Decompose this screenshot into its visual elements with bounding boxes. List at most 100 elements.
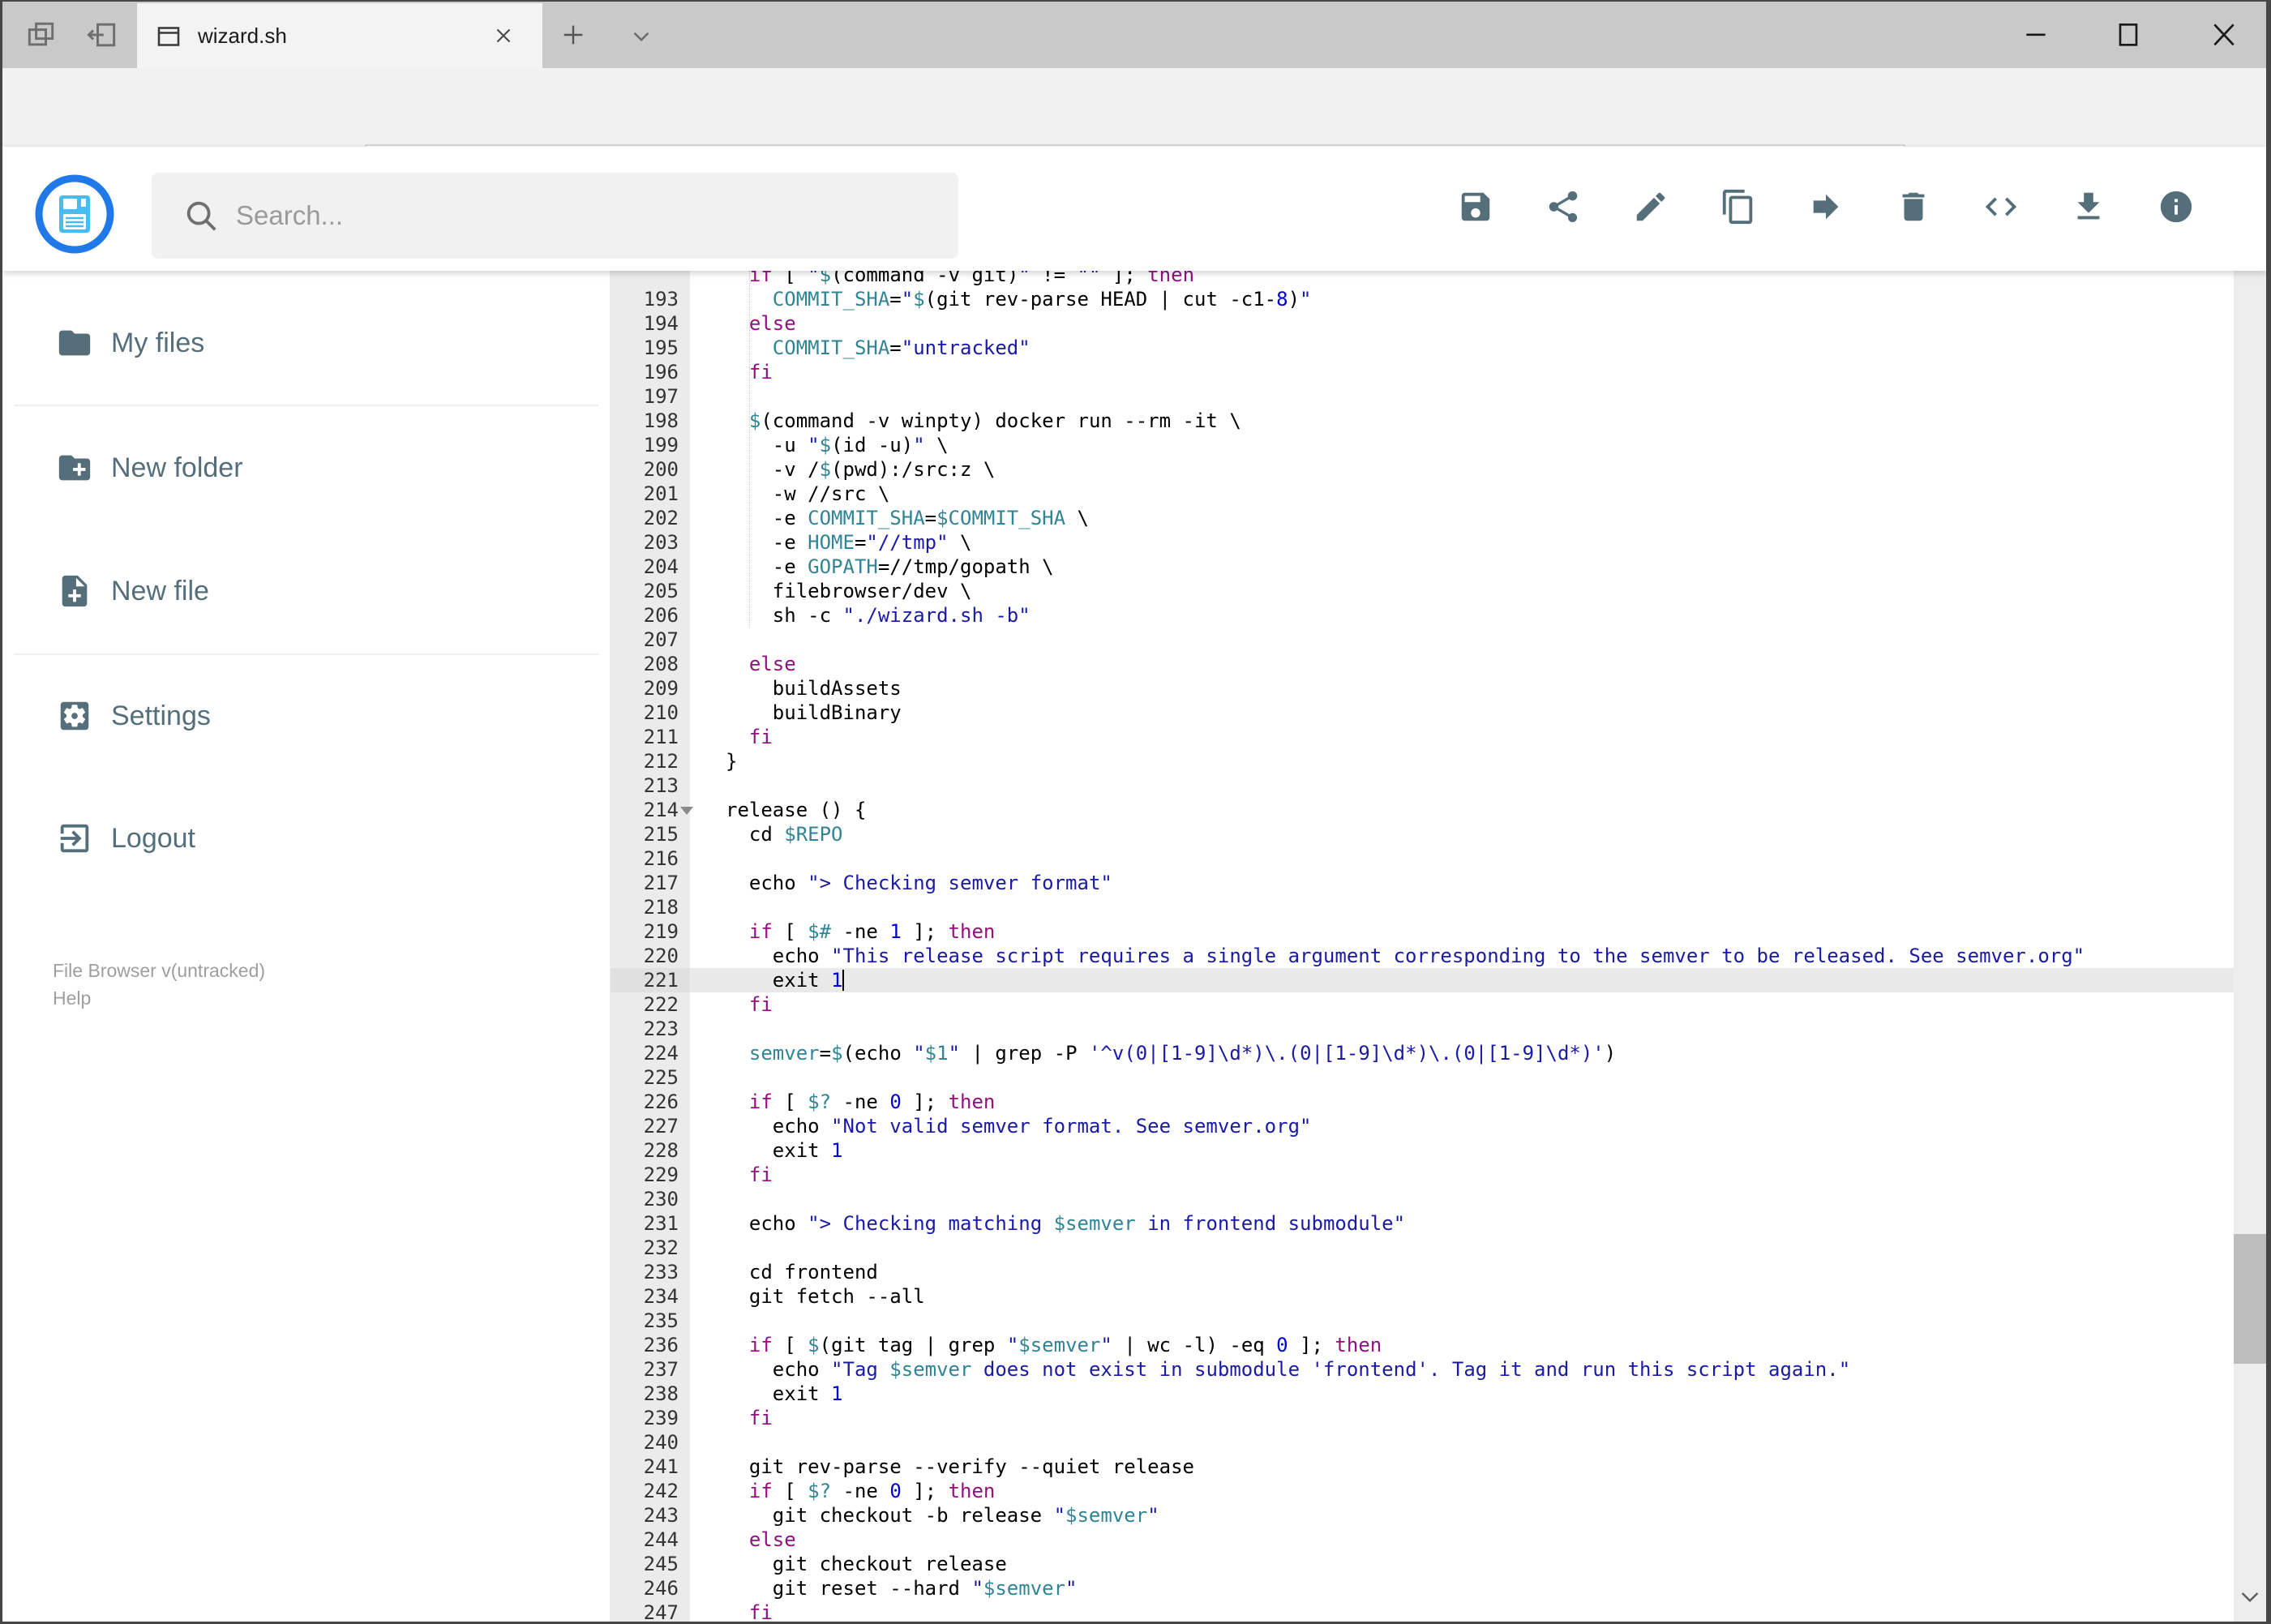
code-line[interactable]: else — [726, 1528, 796, 1552]
code-line[interactable]: cd $REPO — [726, 822, 843, 846]
code-line[interactable]: } — [726, 749, 737, 773]
code-line[interactable]: -e GOPATH=//tmp/gopath \ — [726, 555, 1054, 579]
line-number: 220 — [643, 945, 679, 967]
code-line[interactable]: echo "> Checking matching $semver in fro… — [726, 1211, 1405, 1236]
sidebar-item-new-folder[interactable]: New folder — [2, 435, 610, 500]
code-line[interactable]: git checkout release — [726, 1552, 1007, 1576]
line-number: 227 — [643, 1115, 679, 1138]
logout-icon — [56, 820, 93, 857]
code-line[interactable]: echo "Tag $semver does not exist in subm… — [726, 1357, 1850, 1382]
tab-list-chevron-icon[interactable] — [628, 23, 655, 50]
code-line[interactable]: $(command -v winpty) docker run --rm -it… — [726, 409, 1241, 433]
code-line[interactable]: echo "This release script requires a sin… — [726, 944, 2085, 968]
code-line[interactable]: COMMIT_SHA="$(git rev-parse HEAD | cut -… — [726, 287, 1312, 311]
sidebar-item-logout[interactable]: Logout — [2, 806, 610, 871]
close-button[interactable] — [2208, 18, 2240, 50]
code-line[interactable]: echo "> Checking semver format" — [726, 871, 1112, 895]
code-line[interactable]: git reset --hard "$semver" — [726, 1576, 1078, 1600]
edit-icon[interactable] — [1632, 188, 1669, 225]
line-number: 202 — [643, 507, 679, 529]
code-line[interactable]: else — [726, 652, 796, 676]
code-line[interactable]: git fetch --all — [726, 1284, 925, 1309]
set-tabs-aside-icon[interactable] — [84, 17, 120, 53]
line-number: 239 — [643, 1407, 679, 1429]
code-line[interactable]: release () { — [726, 798, 866, 822]
line-number: 238 — [643, 1382, 679, 1405]
code-line[interactable]: -w //src \ — [726, 482, 890, 506]
line-number: 201 — [643, 482, 679, 505]
code-line[interactable]: -v /$(pwd):/src:z \ — [726, 457, 996, 482]
code-line[interactable]: COMMIT_SHA="untracked" — [726, 336, 1031, 360]
sidebar-item-label: My files — [111, 328, 205, 358]
tab-preview-icon[interactable] — [24, 17, 59, 53]
scroll-down-icon[interactable] — [2237, 1583, 2263, 1609]
browser-nav-bar: filebrowser.web/files/wizard.sh — [2, 68, 2266, 204]
scrollbar-thumb[interactable] — [2234, 1234, 2266, 1364]
share-icon[interactable] — [1545, 188, 1582, 225]
save-icon[interactable] — [1457, 188, 1494, 225]
copy-icon[interactable] — [1720, 188, 1757, 225]
code-line[interactable]: fi — [726, 1406, 773, 1430]
line-number: 232 — [643, 1236, 679, 1259]
page-favicon-icon — [154, 22, 183, 51]
code-line[interactable]: if [ $(git tag | grep "$semver" | wc -l)… — [726, 1333, 1382, 1357]
tab-wizard-sh[interactable]: wizard.sh — [137, 3, 542, 68]
code-line[interactable]: cd frontend — [726, 1260, 878, 1284]
new-file-icon — [56, 572, 93, 610]
line-number: 200 — [643, 458, 679, 481]
move-icon[interactable] — [1807, 188, 1845, 225]
line-number: 237 — [643, 1358, 679, 1381]
code-line[interactable]: if [ "$(command -v git)" != "" ]; then — [726, 271, 1194, 287]
code-line[interactable]: fi — [726, 1163, 773, 1187]
code-line[interactable]: fi — [726, 360, 773, 384]
sidebar-divider — [14, 653, 599, 655]
code-line[interactable]: -e HOME="//tmp" \ — [726, 530, 972, 555]
tab-close-icon[interactable] — [491, 24, 516, 48]
minimize-button[interactable] — [2020, 18, 2052, 50]
code-line[interactable]: -u "$(id -u)" \ — [726, 433, 949, 457]
code-line[interactable]: exit 1 — [726, 1382, 843, 1406]
maximize-button[interactable] — [2112, 18, 2145, 50]
code-line[interactable]: semver=$(echo "$1" | grep -P '^v(0|[1-9]… — [726, 1041, 1616, 1065]
delete-icon[interactable] — [1895, 188, 1932, 225]
code-line[interactable]: sh -c "./wizard.sh -b" — [726, 603, 1031, 628]
new-tab-icon[interactable] — [559, 21, 587, 49]
line-number: 195 — [643, 336, 679, 359]
help-link[interactable]: Help — [53, 984, 265, 1012]
sidebar-item-my-files[interactable]: My files — [2, 311, 610, 375]
download-icon[interactable] — [2070, 188, 2107, 225]
line-number: 212 — [643, 750, 679, 773]
code-line[interactable]: else — [726, 311, 796, 336]
code-line[interactable]: buildBinary — [726, 701, 902, 725]
line-number: 216 — [643, 847, 679, 870]
code-line[interactable]: if [ $? -ne 0 ]; then — [726, 1090, 995, 1114]
code-line[interactable]: buildAssets — [726, 676, 902, 701]
code-line[interactable]: exit 1 — [726, 968, 843, 992]
code-line[interactable]: fi — [726, 992, 773, 1017]
page-scrollbar[interactable] — [2234, 147, 2266, 1622]
sidebar-footer: File Browser v(untracked) Help — [53, 957, 265, 1012]
line-number: 204 — [643, 555, 679, 578]
code-line[interactable]: echo "Not valid semver format. See semve… — [726, 1114, 1312, 1138]
code-view-icon[interactable] — [1982, 188, 2020, 225]
info-icon[interactable] — [2157, 188, 2195, 225]
code-line[interactable]: fi — [726, 725, 773, 749]
line-number: 218 — [643, 896, 679, 919]
line-number: 211 — [643, 726, 679, 748]
fold-toggle-icon[interactable] — [680, 807, 693, 815]
code-line[interactable]: git rev-parse --verify --quiet release — [726, 1455, 1194, 1479]
sidebar-item-settings[interactable]: Settings — [2, 683, 610, 748]
code-line[interactable]: fi — [726, 1600, 773, 1622]
search-input[interactable]: Search... — [152, 173, 958, 259]
search-placeholder: Search... — [236, 200, 344, 230]
code-line[interactable]: -e COMMIT_SHA=$COMMIT_SHA \ — [726, 506, 1089, 530]
code-line[interactable]: if [ $# -ne 1 ]; then — [726, 919, 995, 944]
code-line[interactable]: filebrowser/dev \ — [726, 579, 972, 603]
tab-title: wizard.sh — [198, 24, 287, 48]
sidebar-item-new-file[interactable]: New file — [2, 559, 610, 623]
code-line[interactable]: if [ $? -ne 0 ]; then — [726, 1479, 995, 1503]
code-editor[interactable]: if [ "$(command -v git)" != "" ]; then 19… — [611, 271, 2236, 1622]
code-line[interactable]: git checkout -b release "$semver" — [726, 1503, 1159, 1528]
code-line[interactable]: exit 1 — [726, 1138, 843, 1163]
filebrowser-logo-icon[interactable] — [34, 174, 115, 255]
